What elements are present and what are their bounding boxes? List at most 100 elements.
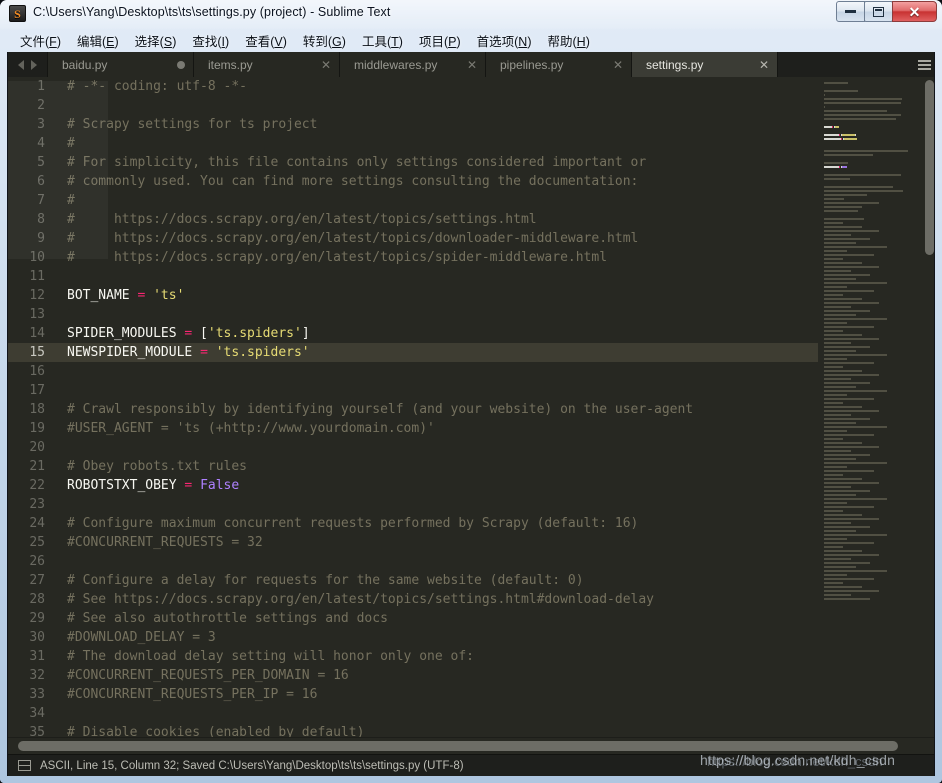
code-pane[interactable]: 1 # -*- coding: utf-8 -*- 2 3 # Scrapy setti… [8, 77, 818, 737]
code-line-text: # Configure a delay for requests for the… [54, 573, 818, 588]
code-token: # Configure a delay for requests for the… [67, 573, 584, 588]
horizontal-scrollbar[interactable] [8, 737, 934, 754]
menu-item-5[interactable]: 查看(V) [237, 29, 295, 52]
menu-item-7[interactable]: 工具(T) [354, 29, 411, 52]
code-line[interactable]: 3 # Scrapy settings for ts project [8, 115, 818, 134]
minimap-token [824, 178, 850, 180]
code-line[interactable]: 30 #DOWNLOAD_DELAY = 3 [8, 628, 818, 647]
tab-prev-arrow-icon[interactable] [18, 59, 24, 70]
code-line[interactable]: 16 [8, 362, 818, 381]
tab-baidu-py[interactable]: baidu.py [48, 52, 194, 77]
menu-item-9[interactable]: 首选项(N) [469, 29, 540, 52]
code-token: [ [192, 326, 208, 341]
maximize-button[interactable] [864, 1, 893, 22]
minimap-token [824, 526, 870, 528]
code-line[interactable]: 9 # https://docs.scrapy.org/en/latest/top… [8, 229, 818, 248]
tab-close-icon[interactable]: ✕ [467, 59, 477, 71]
code-line[interactable]: 34 [8, 704, 818, 723]
minimap-token [824, 590, 879, 592]
minimize-button[interactable] [836, 1, 865, 22]
code-line[interactable]: 32 #CONCURRENT_REQUESTS_PER_DOMAIN = 16 [8, 666, 818, 685]
vertical-scrollbar[interactable] [924, 79, 934, 735]
code-line[interactable]: 11 [8, 267, 818, 286]
minimap-token [824, 546, 843, 548]
code-line[interactable]: 33 #CONCURRENT_REQUESTS_PER_IP = 16 [8, 685, 818, 704]
menu-item-paren: ) [114, 34, 119, 49]
tab-close-icon[interactable]: ✕ [321, 59, 331, 71]
code-line[interactable]: 1 # -*- coding: utf-8 -*- [8, 77, 818, 96]
title-bar[interactable]: S C:\Users\Yang\Desktop\ts\ts\settings.p… [0, 0, 942, 28]
minimap-token [839, 166, 840, 168]
minimap-token [824, 402, 843, 404]
code-token: #USER_AGENT = 'ts (+http://www.yourdomai… [67, 421, 435, 436]
code-token: # https://docs.scrapy.org/en/latest/topi… [67, 231, 639, 246]
code-line[interactable]: 35 # Disable cookies (enabled by default) [8, 723, 818, 737]
sidebar-toggle-icon[interactable] [18, 760, 31, 771]
code-token: # For simplicity, this file contains onl… [67, 155, 647, 170]
tab-items-py[interactable]: items.py ✕ [194, 52, 340, 77]
code-line[interactable]: 15 NEWSPIDER_MODULE = 'ts.spiders' [8, 343, 818, 362]
minimap-token [824, 194, 867, 196]
line-number: 35 [29, 725, 45, 737]
code-line[interactable]: 12 BOT_NAME = 'ts' [8, 286, 818, 305]
menu-item-4[interactable]: 查找(I) [184, 29, 237, 52]
code-line[interactable]: 17 [8, 381, 818, 400]
code-line[interactable]: 25 #CONCURRENT_REQUESTS = 32 [8, 533, 818, 552]
code-line[interactable]: 10 # https://docs.scrapy.org/en/latest/to… [8, 248, 818, 267]
minimap[interactable] [820, 77, 920, 737]
minimap-token [824, 206, 862, 208]
tab-overflow-menu-button[interactable] [912, 52, 934, 77]
vertical-scrollbar-thumb[interactable] [925, 80, 934, 255]
tab-middlewares-py[interactable]: middlewares.py ✕ [340, 52, 486, 77]
minimap-token [824, 82, 848, 84]
tab-close-icon[interactable]: ✕ [759, 59, 769, 71]
code-line[interactable]: 14 SPIDER_MODULES = ['ts.spiders'] [8, 324, 818, 343]
code-line[interactable]: 4 # [8, 134, 818, 153]
menu-item-3[interactable]: 选择(S) [127, 29, 185, 52]
menu-item-8[interactable]: 项目(P) [411, 29, 469, 52]
minimap-token [824, 186, 893, 188]
code-token: #CONCURRENT_REQUESTS_PER_IP = 16 [67, 687, 318, 702]
tab-close-icon[interactable]: ✕ [613, 59, 623, 71]
code-line[interactable]: 20 [8, 438, 818, 457]
menu-item-2[interactable]: 编辑(E) [69, 29, 127, 52]
menu-item-6[interactable]: 转到(G) [295, 29, 354, 52]
code-line[interactable]: 13 [8, 305, 818, 324]
code-line-text: ROBOTSTXT_OBEY = False [54, 478, 818, 493]
code-line[interactable]: 31 # The download delay setting will hono… [8, 647, 818, 666]
menu-item-1[interactable]: 文件(F) [12, 29, 69, 52]
code-line[interactable]: 29 # See also autothrottle settings and d… [8, 609, 818, 628]
code-line[interactable]: 6 # commonly used. You can find more sett… [8, 172, 818, 191]
code-line[interactable]: 24 # Configure maximum concurrent request… [8, 514, 818, 533]
line-number: 19 [29, 421, 45, 436]
code-line[interactable]: 21 # Obey robots.txt rules [8, 457, 818, 476]
horizontal-scrollbar-thumb[interactable] [18, 741, 898, 751]
tab-pipelines-py[interactable]: pipelines.py ✕ [486, 52, 632, 77]
code-editor[interactable]: 1 # -*- coding: utf-8 -*- 2 3 # Scrapy setti… [8, 77, 934, 754]
code-line[interactable]: 22 ROBOTSTXT_OBEY = False [8, 476, 818, 495]
tab-dirty-indicator-icon[interactable] [177, 60, 185, 69]
code-line[interactable]: 5 # For simplicity, this file contains on… [8, 153, 818, 172]
minimap-token [824, 438, 843, 440]
code-line[interactable]: 26 [8, 552, 818, 571]
code-line[interactable]: 23 [8, 495, 818, 514]
line-number: 13 [29, 307, 45, 322]
close-button[interactable]: ✕ [892, 1, 937, 22]
code-line[interactable]: 8 # https://docs.scrapy.org/en/latest/top… [8, 210, 818, 229]
status-message: ASCII, Line 15, Column 32; Saved C:\User… [40, 759, 464, 772]
tab-next-arrow-icon[interactable] [31, 59, 37, 70]
code-line[interactable]: 7 # [8, 191, 818, 210]
code-line[interactable]: 2 [8, 96, 818, 115]
code-line-text: #CONCURRENT_REQUESTS_PER_IP = 16 [54, 687, 818, 702]
tab-settings-py[interactable]: settings.py ✕ [632, 52, 778, 77]
line-number: 3 [37, 117, 45, 132]
menu-item-10[interactable]: 帮助(H) [540, 29, 598, 52]
tab-navigation[interactable] [8, 52, 48, 77]
code-line[interactable]: 27 # Configure a delay for requests for t… [8, 571, 818, 590]
minimap-token [835, 126, 840, 128]
code-line[interactable]: 28 # See https://docs.scrapy.org/en/lates… [8, 590, 818, 609]
minimap-token [824, 482, 879, 484]
code-line[interactable]: 19 #USER_AGENT = 'ts (+http://www.yourdom… [8, 419, 818, 438]
code-line[interactable]: 18 # Crawl responsibly by identifying you… [8, 400, 818, 419]
